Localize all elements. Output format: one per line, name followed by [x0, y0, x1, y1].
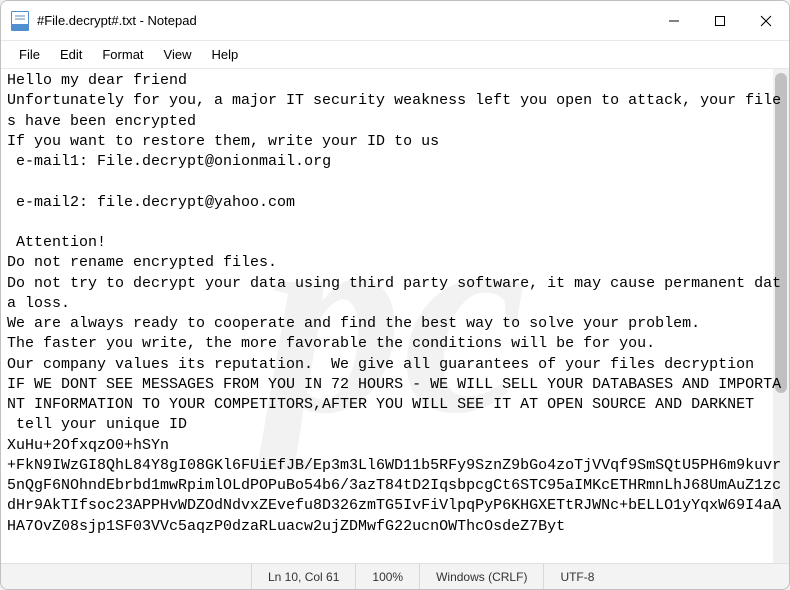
window-title: #File.decrypt#.txt - Notepad: [37, 13, 651, 28]
statusbar: Ln 10, Col 61 100% Windows (CRLF) UTF-8: [1, 563, 789, 589]
status-position: Ln 10, Col 61: [251, 564, 355, 589]
maximize-icon: [714, 15, 726, 27]
menu-file[interactable]: File: [9, 43, 50, 66]
menu-edit[interactable]: Edit: [50, 43, 92, 66]
menu-help[interactable]: Help: [201, 43, 248, 66]
menu-view[interactable]: View: [154, 43, 202, 66]
status-zoom: 100%: [355, 564, 419, 589]
menubar: File Edit Format View Help: [1, 41, 789, 69]
window-controls: [651, 1, 789, 41]
titlebar: #File.decrypt#.txt - Notepad: [1, 1, 789, 41]
editor-area[interactable]: pc Hello my dear friend Unfortunately fo…: [1, 69, 789, 563]
document-text[interactable]: Hello my dear friend Unfortunately for y…: [1, 69, 789, 539]
maximize-button[interactable]: [697, 1, 743, 41]
notepad-icon: [11, 11, 29, 31]
notepad-window: #File.decrypt#.txt - Notepad File Edit F…: [0, 0, 790, 590]
status-encoding: UTF-8: [543, 564, 610, 589]
close-icon: [760, 15, 772, 27]
status-line-ending: Windows (CRLF): [419, 564, 543, 589]
menu-format[interactable]: Format: [92, 43, 153, 66]
minimize-icon: [668, 15, 680, 27]
close-button[interactable]: [743, 1, 789, 41]
minimize-button[interactable]: [651, 1, 697, 41]
